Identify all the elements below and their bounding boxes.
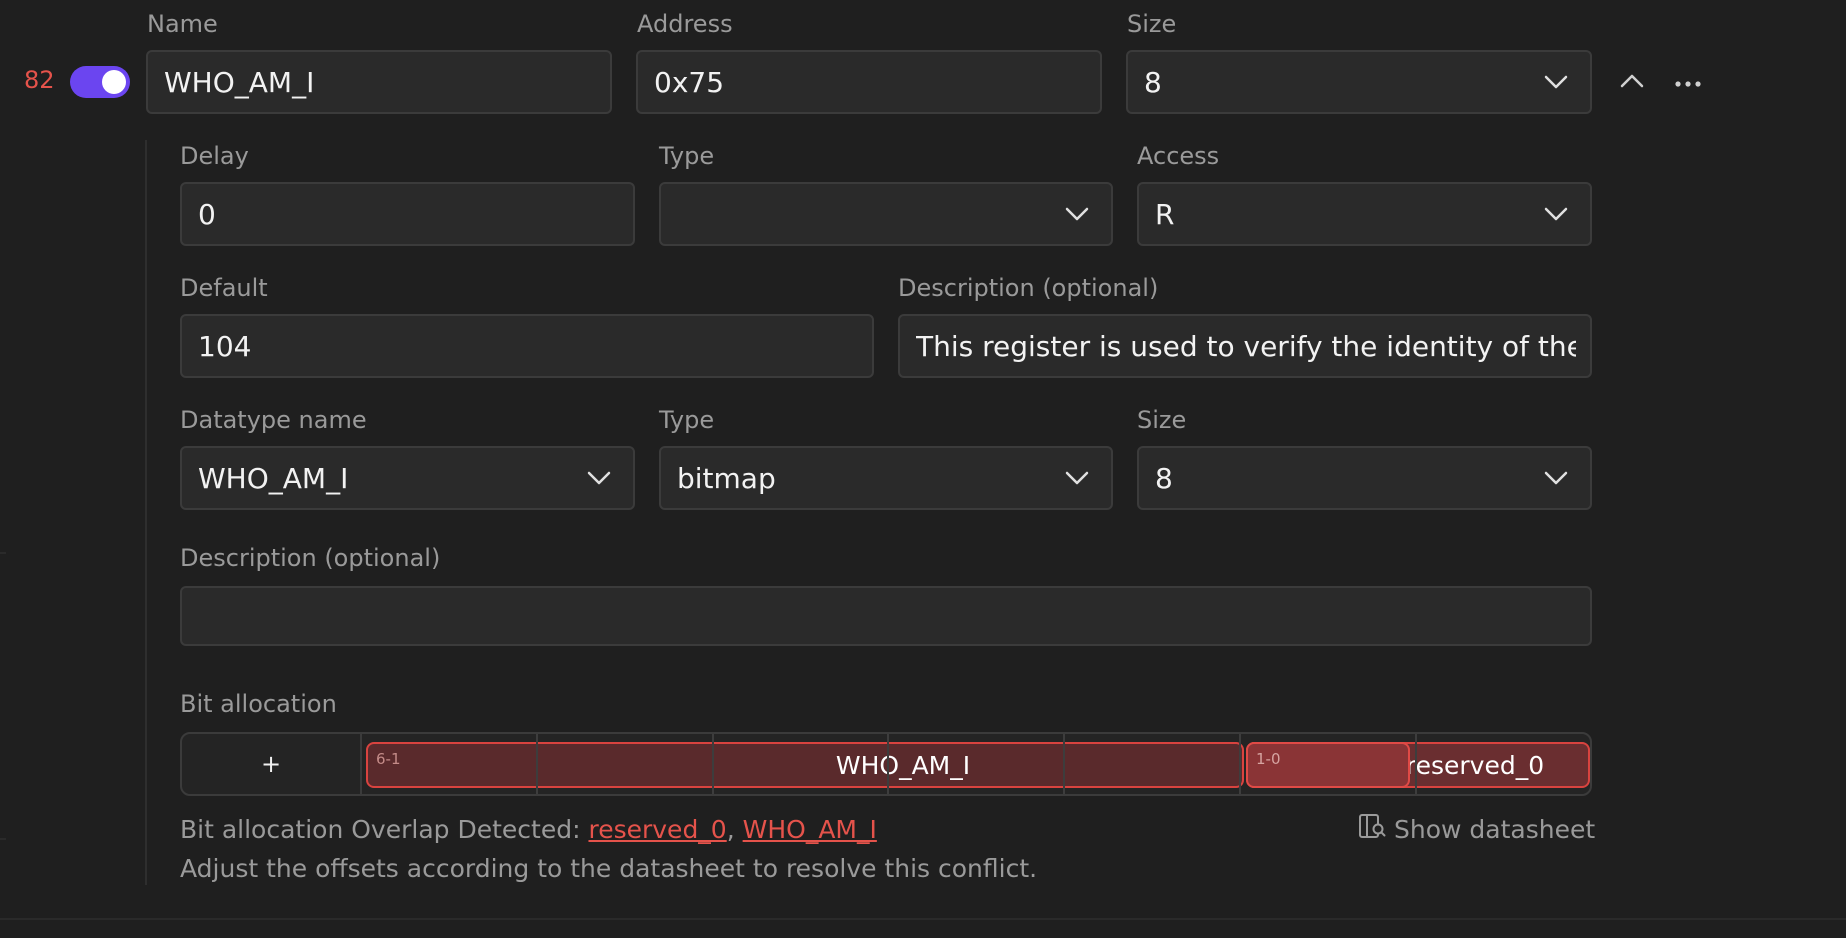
datatype-type-select[interactable]: bitmap xyxy=(659,446,1113,510)
bit-divider xyxy=(1063,734,1065,794)
type-label: Type xyxy=(659,142,715,170)
collapse-button[interactable] xyxy=(1616,66,1648,98)
type-select[interactable] xyxy=(659,182,1113,246)
bit-allocation-bar: + 6-1 WHO_AM_I reserved_0 1-0 xyxy=(180,732,1592,796)
add-field-button[interactable]: + xyxy=(182,734,362,794)
datatype-name-select[interactable]: WHO_AM_I xyxy=(180,446,635,510)
register-size-value: 8 xyxy=(1144,65,1162,99)
default-value: 104 xyxy=(198,329,252,363)
datatype-description-label: Description (optional) xyxy=(180,544,441,572)
register-size-select[interactable]: 8 xyxy=(1126,50,1592,114)
datatype-type-label: Type xyxy=(659,406,715,434)
delay-label: Delay xyxy=(180,142,249,170)
datatype-size-select[interactable]: 8 xyxy=(1137,446,1592,510)
datasheet-icon xyxy=(1358,812,1386,846)
bit-divider xyxy=(712,734,714,794)
show-datasheet-button[interactable]: Show datasheet xyxy=(1358,812,1595,846)
datatype-name-value: WHO_AM_I xyxy=(198,461,349,495)
chevron-down-icon xyxy=(1065,471,1089,485)
chevron-up-icon xyxy=(1620,73,1644,92)
access-label: Access xyxy=(1137,142,1220,170)
overlap-warning: Bit allocation Overlap Detected: reserve… xyxy=(180,815,877,845)
bit-divider xyxy=(1239,734,1241,794)
conflict-link-reserved-0[interactable]: reserved_0 xyxy=(588,815,726,844)
delay-value: 0 xyxy=(198,197,216,231)
plus-icon: + xyxy=(260,750,282,778)
access-select[interactable]: R xyxy=(1137,182,1592,246)
bitfield-who-am-i[interactable]: 6-1 WHO_AM_I xyxy=(366,742,1244,788)
chevron-down-icon xyxy=(1544,207,1568,221)
register-address-value: 0x75 xyxy=(654,65,725,99)
address-label: Address xyxy=(637,10,733,38)
overlap-warning-text: Bit allocation Overlap Detected: xyxy=(180,815,581,844)
chevron-down-icon xyxy=(1065,207,1089,221)
edge-tick xyxy=(0,552,6,554)
chevron-down-icon xyxy=(1544,75,1568,89)
datatype-size-label: Size xyxy=(1137,406,1187,434)
bit-allocation-label: Bit allocation xyxy=(180,690,337,718)
bitfield-range: 1-0 xyxy=(1256,750,1281,768)
register-address-input[interactable]: 0x75 xyxy=(636,50,1102,114)
conflict-link-who-am-i[interactable]: WHO_AM_I xyxy=(743,815,877,844)
datatype-description-input[interactable] xyxy=(180,586,1592,646)
default-label: Default xyxy=(180,274,268,302)
register-enabled-toggle[interactable] xyxy=(70,66,130,98)
conflict-separator: , xyxy=(726,815,735,844)
register-index: 82 xyxy=(24,66,55,94)
overlap-hint: Adjust the offsets according to the data… xyxy=(180,854,1038,883)
bit-divider xyxy=(887,734,889,794)
register-description-value: This register is used to verify the iden… xyxy=(916,329,1576,363)
toggle-knob xyxy=(102,70,126,94)
chevron-down-icon xyxy=(587,471,611,485)
datatype-name-label: Datatype name xyxy=(180,406,367,434)
size-label: Size xyxy=(1127,10,1177,38)
show-datasheet-label: Show datasheet xyxy=(1394,814,1596,844)
bitfield-overlap-region: 1-0 xyxy=(1246,742,1410,788)
default-input[interactable]: 104 xyxy=(180,314,874,378)
register-description-input[interactable]: This register is used to verify the iden… xyxy=(898,314,1592,378)
access-value: R xyxy=(1155,197,1175,231)
register-name-input[interactable]: WHO_AM_I xyxy=(146,50,612,114)
chevron-down-icon xyxy=(1544,471,1568,485)
more-horizontal-icon xyxy=(1674,73,1702,92)
details-indent-rule xyxy=(145,140,147,885)
edge-tick xyxy=(0,838,6,840)
section-divider xyxy=(0,918,1846,920)
datatype-size-value: 8 xyxy=(1155,461,1173,495)
delay-input[interactable]: 0 xyxy=(180,182,635,246)
name-label: Name xyxy=(147,10,218,38)
more-options-button[interactable] xyxy=(1670,66,1706,98)
bit-divider xyxy=(1415,734,1417,794)
register-description-label: Description (optional) xyxy=(898,274,1159,302)
bit-divider xyxy=(536,734,538,794)
register-name-value: WHO_AM_I xyxy=(164,65,315,99)
datatype-type-value: bitmap xyxy=(677,461,776,495)
